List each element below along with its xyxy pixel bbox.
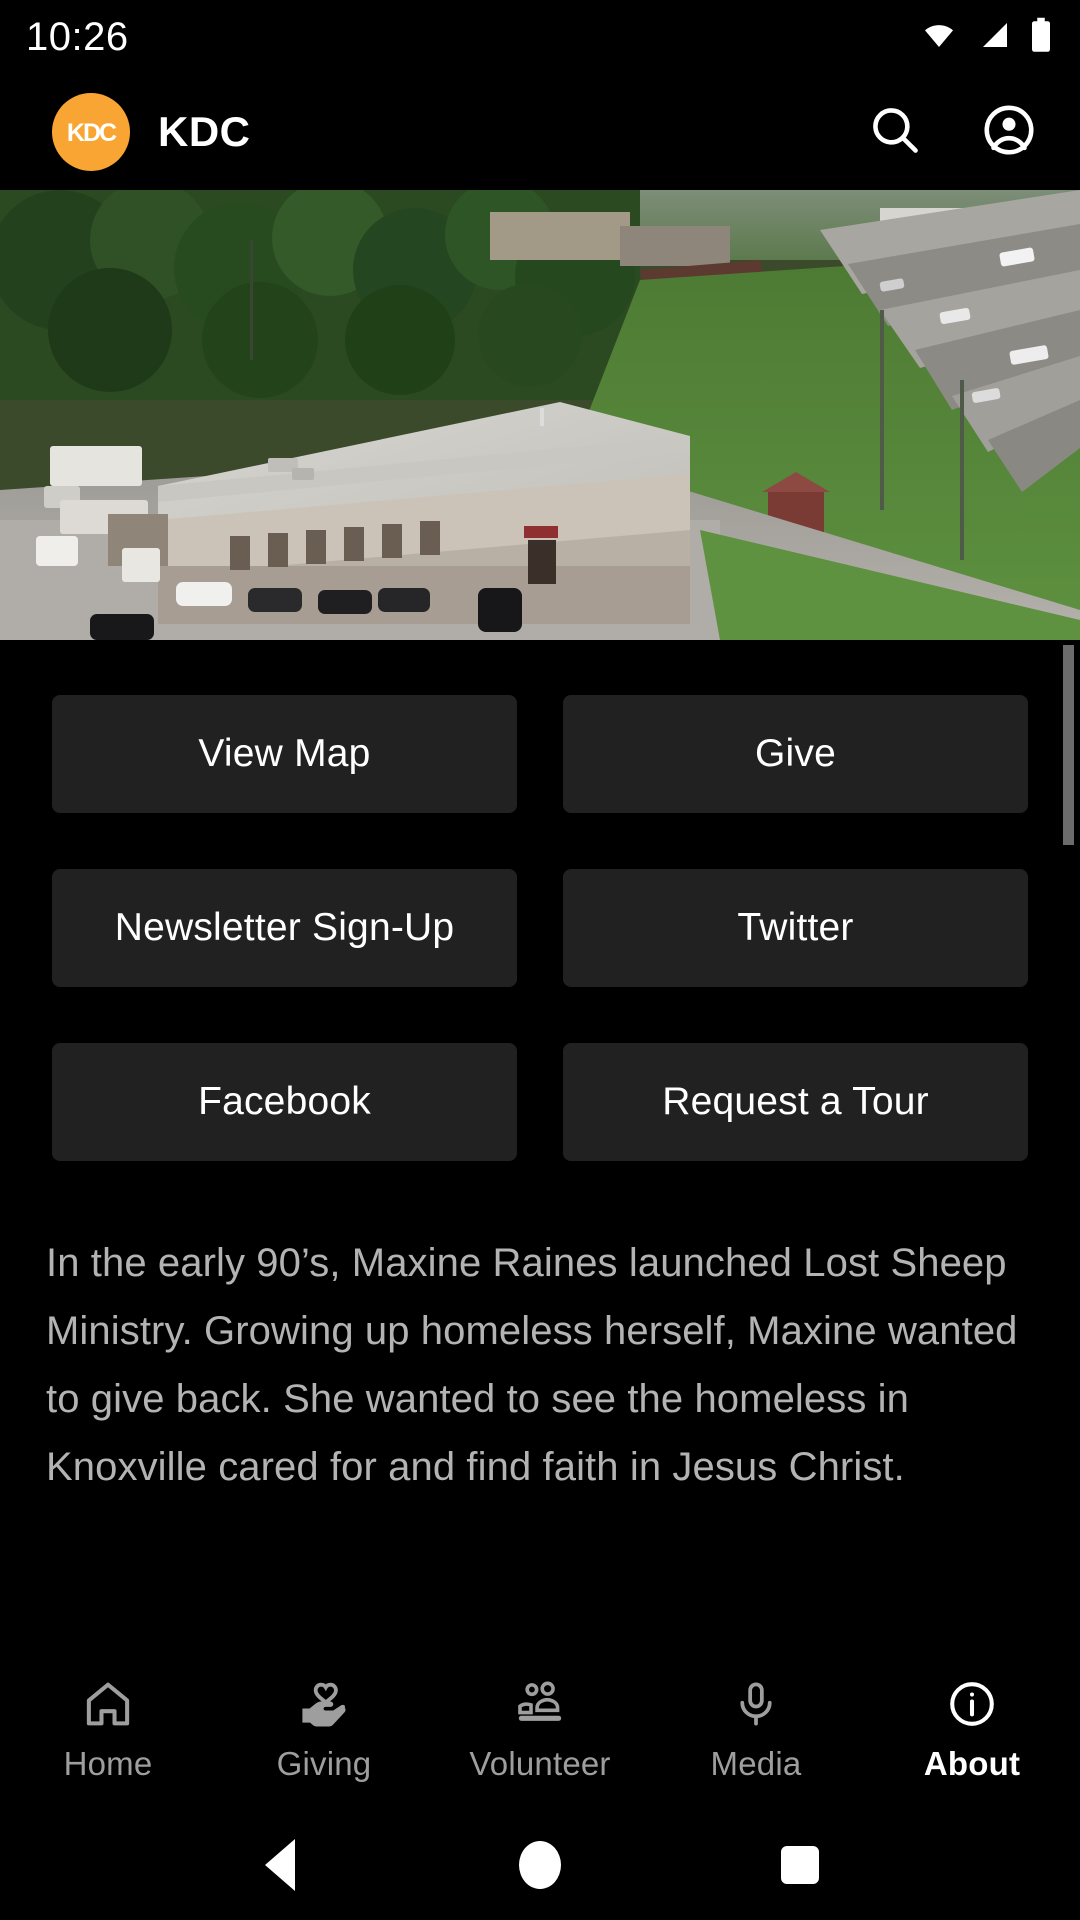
tab-home[interactable]: Home xyxy=(0,1677,216,1783)
home-circle-icon xyxy=(519,1841,561,1889)
tab-about[interactable]: About xyxy=(864,1677,1080,1783)
tab-giving[interactable]: Giving xyxy=(216,1677,432,1783)
status-bar: 10:26 xyxy=(0,0,1080,74)
app-screen: 10:26 KDC KDC View Map Give Newsletter S… xyxy=(0,0,1080,1920)
people-icon xyxy=(510,1677,570,1731)
account-button[interactable] xyxy=(978,101,1040,163)
tab-volunteer[interactable]: Volunteer xyxy=(432,1677,648,1783)
info-circle-icon xyxy=(944,1677,1000,1731)
tab-home-label: Home xyxy=(63,1745,153,1782)
status-bar-clock: 10:26 xyxy=(26,15,129,59)
recents-button[interactable] xyxy=(755,1820,845,1910)
back-triangle-icon xyxy=(265,1839,295,1891)
about-paragraph: In the early 90’s, Maxine Raines launche… xyxy=(46,1241,1018,1489)
scroll-content: View Map Give Newsletter Sign-Up Twitter… xyxy=(0,640,1080,1640)
recents-square-icon xyxy=(781,1846,819,1884)
vertical-scrollbar[interactable] xyxy=(1063,645,1074,845)
twitter-button[interactable]: Twitter xyxy=(563,869,1028,987)
microphone-icon xyxy=(731,1677,781,1731)
tab-about-label: About xyxy=(923,1745,1021,1782)
home-button[interactable] xyxy=(495,1820,585,1910)
tab-volunteer-label: Volunteer xyxy=(469,1745,611,1782)
hand-heart-icon xyxy=(295,1677,353,1731)
search-icon xyxy=(866,101,924,164)
hero-image[interactable] xyxy=(0,190,1080,640)
cellular-signal-icon xyxy=(976,19,1014,56)
battery-icon xyxy=(1030,17,1052,58)
view-map-button[interactable]: View Map xyxy=(52,695,517,813)
brand-area[interactable]: KDC KDC xyxy=(52,93,251,171)
back-button[interactable] xyxy=(235,1820,325,1910)
account-circle-icon xyxy=(980,101,1038,164)
tab-media[interactable]: Media xyxy=(648,1677,864,1783)
give-button[interactable]: Give xyxy=(563,695,1028,813)
facebook-button[interactable]: Facebook xyxy=(52,1043,517,1161)
app-header: KDC KDC xyxy=(0,74,1080,190)
search-button[interactable] xyxy=(864,101,926,163)
tab-media-label: Media xyxy=(710,1745,802,1782)
status-bar-icons xyxy=(918,17,1052,58)
kdc-logo-text: KDC xyxy=(66,118,117,147)
wifi-icon xyxy=(918,19,960,56)
request-a-tour-button[interactable]: Request a Tour xyxy=(563,1043,1028,1161)
newsletter-signup-button[interactable]: Newsletter Sign-Up xyxy=(52,869,517,987)
system-navigation-bar xyxy=(0,1810,1080,1920)
bottom-tab-bar: Home Giving Volunteer Media About xyxy=(0,1650,1080,1810)
quick-links-grid: View Map Give Newsletter Sign-Up Twitter… xyxy=(0,640,1080,1161)
app-title: KDC xyxy=(158,108,251,155)
header-actions xyxy=(864,101,1040,163)
tab-giving-label: Giving xyxy=(276,1745,372,1782)
home-icon xyxy=(80,1677,136,1731)
kdc-logo-icon: KDC xyxy=(52,93,130,171)
